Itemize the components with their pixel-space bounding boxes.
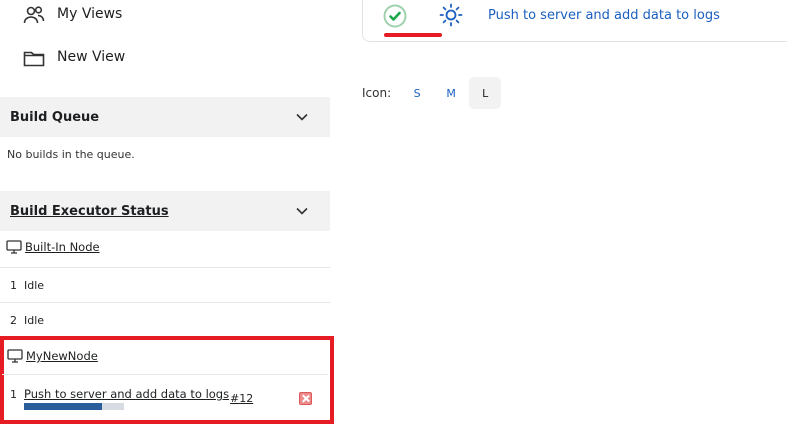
nav-my-views[interactable]: My Views (0, 0, 200, 30)
computer-icon (7, 349, 23, 363)
success-check-icon[interactable] (382, 3, 408, 29)
executor-status-header: Build Executor Status (0, 191, 330, 231)
status-underline (384, 33, 442, 37)
node-row-built-in: Built-In Node (0, 231, 330, 268)
folder-icon (23, 51, 45, 67)
executor-row: 1 Idle (0, 268, 330, 303)
sidebar: My Views New View Build Queue No builds … (0, 0, 334, 428)
icon-size-selector: Icon: S M L (362, 77, 502, 109)
icon-size-label: Icon: (362, 86, 392, 100)
node-row-mynewnode: MyNewNode (2, 340, 328, 375)
build-queue-empty: No builds in the queue. (7, 148, 135, 161)
executor-number: 1 (10, 279, 17, 292)
gear-sun-icon[interactable] (439, 3, 463, 27)
job-name-link[interactable]: Push to server and add data to logs (488, 8, 720, 23)
icon-size-m[interactable]: M (435, 77, 467, 109)
people-icon (23, 6, 45, 24)
executor-number: 2 (10, 314, 17, 327)
build-number-link[interactable]: #12 (230, 392, 253, 405)
executor-status-title[interactable]: Build Executor Status (10, 204, 169, 219)
build-progress-fill (24, 403, 102, 410)
executor-number: 1 (10, 388, 17, 401)
icon-size-s[interactable]: S (401, 77, 433, 109)
build-queue-header: Build Queue (0, 97, 330, 137)
executor-row-busy: 1 Push to server and add data to logs #1… (2, 377, 328, 422)
icon-size-l[interactable]: L (469, 77, 502, 109)
nav-new-view[interactable]: New View (0, 43, 200, 73)
chevron-down-icon[interactable] (294, 203, 310, 219)
stop-build-icon[interactable] (299, 392, 312, 405)
job-card: Push to server and add data to logs (362, 0, 787, 42)
chevron-down-icon[interactable] (294, 109, 310, 125)
build-progress-bar[interactable] (24, 403, 124, 410)
jenkins-dashboard: My Views New View Build Queue No builds … (0, 0, 787, 428)
build-queue-title: Build Queue (10, 109, 100, 125)
node-link-built-in[interactable]: Built-In Node (25, 240, 100, 254)
executor-row: 2 Idle (0, 303, 330, 338)
nav-my-views-label: My Views (57, 6, 123, 22)
executor-status: Idle (24, 279, 45, 292)
executor-status: Idle (24, 314, 45, 327)
node-link-mynewnode[interactable]: MyNewNode (26, 349, 98, 363)
running-job-link[interactable]: Push to server and add data to logs (24, 387, 229, 401)
nav-new-view-label: New View (57, 49, 126, 65)
computer-icon (6, 240, 22, 254)
